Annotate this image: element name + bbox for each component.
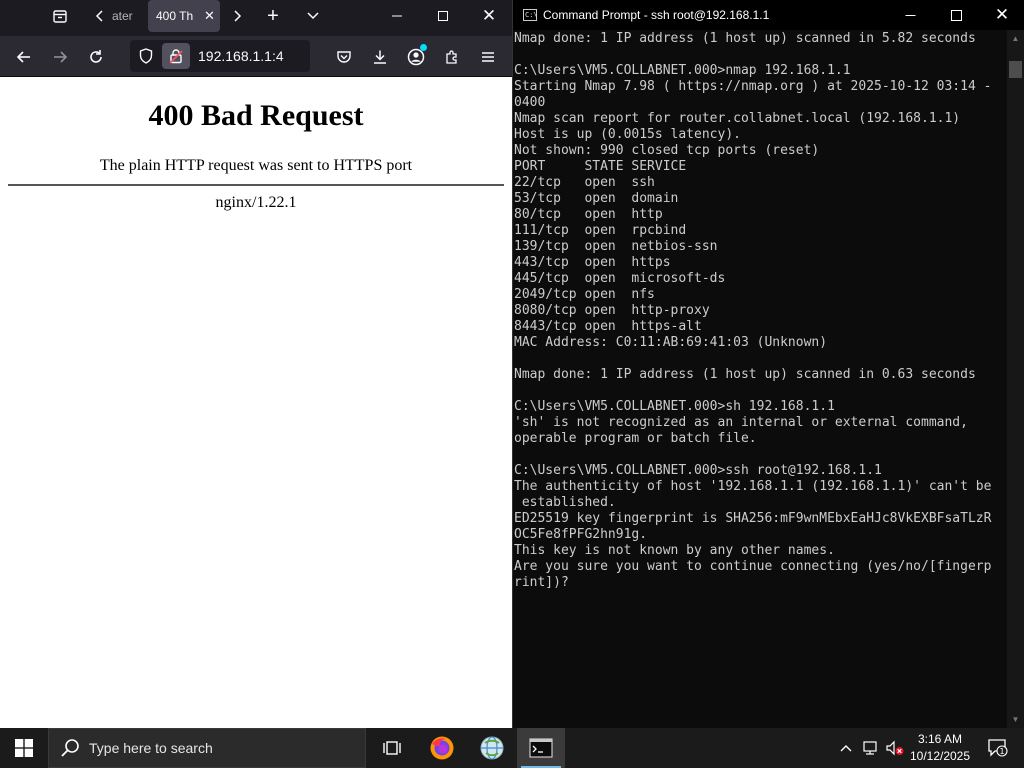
server-signature: nginx/1.22.1: [215, 194, 297, 211]
terminal-line: C:\Users\VM5.COLLABNET.000>nmap 192.168.…: [514, 63, 851, 78]
terminal-line: Host is up (0.0015s latency).: [514, 127, 741, 142]
volume-muted-icon[interactable]: [884, 728, 906, 768]
tab-strip: ater 400 Th ✕ + ✕: [0, 0, 512, 36]
terminal-line: MAC Address: C0:11:AB:69:41:03 (Unknown): [514, 335, 828, 350]
terminal-line: 111/tcp open rpcbind: [514, 223, 687, 238]
chevron-up-icon[interactable]: [836, 728, 856, 768]
url-fade: [280, 40, 310, 72]
terminal-line: 2049/tcp open nfs: [514, 287, 655, 302]
terminal-line: Nmap done: 1 IP address (1 host up) scan…: [514, 31, 976, 46]
terminal-line: 443/tcp open https: [514, 255, 671, 270]
firefox-icon[interactable]: [418, 728, 466, 768]
taskbar: 3:16 AM 10/12/2025 1: [0, 728, 1024, 768]
download-icon[interactable]: [366, 43, 394, 71]
window-title: Command Prompt - ssh root@192.168.1.1: [543, 8, 770, 22]
title-bar[interactable]: C:\ Command Prompt - ssh root@192.168.1.…: [513, 0, 1024, 30]
tab-inactive[interactable]: ater: [112, 0, 142, 32]
scrollbar[interactable]: ▲ ▼: [1007, 30, 1024, 728]
windows-logo-icon[interactable]: [0, 728, 48, 768]
url-text[interactable]: 192.168.1.1:4: [198, 40, 284, 72]
network-icon[interactable]: [860, 728, 882, 768]
terminal-line: Nmap done: 1 IP address (1 host up) scan…: [514, 367, 976, 382]
tab-label: 400 Th: [156, 9, 194, 23]
chevron-down-icon[interactable]: [300, 0, 326, 32]
system-clock[interactable]: 3:16 AM 10/12/2025: [906, 731, 974, 765]
terminal-line: This key is not known by any other names…: [514, 543, 835, 558]
taskbar-search[interactable]: [48, 728, 366, 768]
terminal-line: 8443/tcp open https-alt: [514, 319, 702, 334]
command-prompt-window[interactable]: C:\ Command Prompt - ssh root@192.168.1.…: [512, 0, 1024, 728]
scroll-up-icon[interactable]: ▲: [1007, 30, 1024, 47]
terminal-line: 53/tcp open domain: [514, 191, 679, 206]
hamburger-icon[interactable]: [474, 43, 502, 71]
cmd-icon: C:\: [523, 9, 538, 21]
terminal-line: 8080/tcp open http-proxy: [514, 303, 710, 318]
search-input[interactable]: [89, 729, 359, 767]
page-title: 400 Bad Request: [148, 99, 364, 132]
minimize-icon[interactable]: [887, 0, 933, 30]
terminal-line: established.: [514, 495, 616, 510]
globe-app-icon[interactable]: [468, 728, 516, 768]
shield-icon[interactable]: [134, 43, 158, 69]
clock-date: 10/12/2025: [909, 749, 971, 763]
terminal-line: operable program or batch file.: [514, 431, 757, 446]
maximize-icon[interactable]: [428, 0, 458, 32]
arrow-right-icon[interactable]: [46, 43, 74, 71]
minimize-icon[interactable]: [382, 0, 412, 32]
chevron-right-icon[interactable]: [226, 0, 248, 32]
terminal-line: Nmap scan report for router.collabnet.lo…: [514, 111, 961, 126]
notification-icon[interactable]: 1: [978, 728, 1018, 768]
terminal-line: The authenticity of host '192.168.1.1 (1…: [514, 479, 992, 494]
terminal-line: 0400: [514, 95, 546, 110]
page-content: 400 Bad Request The plain HTTP request w…: [0, 77, 512, 728]
tab-list-icon[interactable]: [45, 0, 75, 32]
divider: [8, 184, 504, 186]
close-icon[interactable]: ✕: [979, 0, 1024, 30]
plus-icon[interactable]: +: [260, 0, 286, 32]
terminal-output[interactable]: Nmap done: 1 IP address (1 host up) scan…: [514, 31, 1008, 726]
cmd-icon[interactable]: [517, 728, 565, 768]
tab-label: ater: [112, 9, 133, 23]
terminal-line: OC5Fe8fPFG2hn91g.: [514, 527, 648, 542]
terminal-line: rint])?: [514, 575, 569, 590]
close-icon[interactable]: ✕: [204, 8, 215, 24]
notification-count: 1: [999, 747, 1004, 756]
terminal-line: Starting Nmap 7.98 ( https://nmap.org ) …: [514, 79, 992, 94]
arrow-left-icon[interactable]: [10, 43, 38, 71]
maximize-icon[interactable]: [933, 0, 979, 30]
lock-warning-icon[interactable]: [162, 43, 190, 69]
clock-time: 3:16 AM: [917, 732, 963, 746]
reload-icon[interactable]: [82, 43, 110, 71]
terminal-line: PORT STATE SERVICE: [514, 159, 687, 174]
account-notification-dot: [420, 44, 427, 51]
terminal-line: 'sh' is not recognized as an internal or…: [514, 415, 968, 430]
terminal-line: Are you sure you want to continue connec…: [514, 559, 992, 574]
terminal-line: 445/tcp open microsoft-ds: [514, 271, 726, 286]
pocket-icon[interactable]: [330, 43, 358, 71]
chevron-left-icon[interactable]: [88, 0, 112, 32]
scroll-down-icon[interactable]: ▼: [1007, 711, 1024, 728]
terminal-line: 139/tcp open netbios-ssn: [514, 239, 718, 254]
terminal-line: 80/tcp open http: [514, 207, 663, 222]
terminal-line: C:\Users\VM5.COLLABNET.000>ssh root@192.…: [514, 463, 882, 478]
terminal-line: Not shown: 990 closed tcp ports (reset): [514, 143, 820, 158]
search-icon: [61, 739, 79, 757]
terminal-line: C:\Users\VM5.COLLABNET.000>sh 192.168.1.…: [514, 399, 835, 414]
terminal-line: ED25519 key fingerprint is SHA256:mF9wnM…: [514, 511, 992, 526]
browser-window: ater 400 Th ✕ + ✕ 192.168.1.1:4 400 Bad …: [0, 0, 512, 728]
terminal-line: 22/tcp open ssh: [514, 175, 655, 190]
puzzle-icon[interactable]: [438, 43, 466, 71]
close-icon[interactable]: ✕: [474, 0, 504, 32]
tab-active[interactable]: 400 Th ✕: [148, 0, 220, 32]
error-message: The plain HTTP request was sent to HTTPS…: [99, 157, 413, 174]
task-view-icon[interactable]: [368, 728, 416, 768]
url-bar[interactable]: 192.168.1.1:4: [130, 40, 310, 72]
scrollbar-thumb[interactable]: [1009, 61, 1022, 78]
